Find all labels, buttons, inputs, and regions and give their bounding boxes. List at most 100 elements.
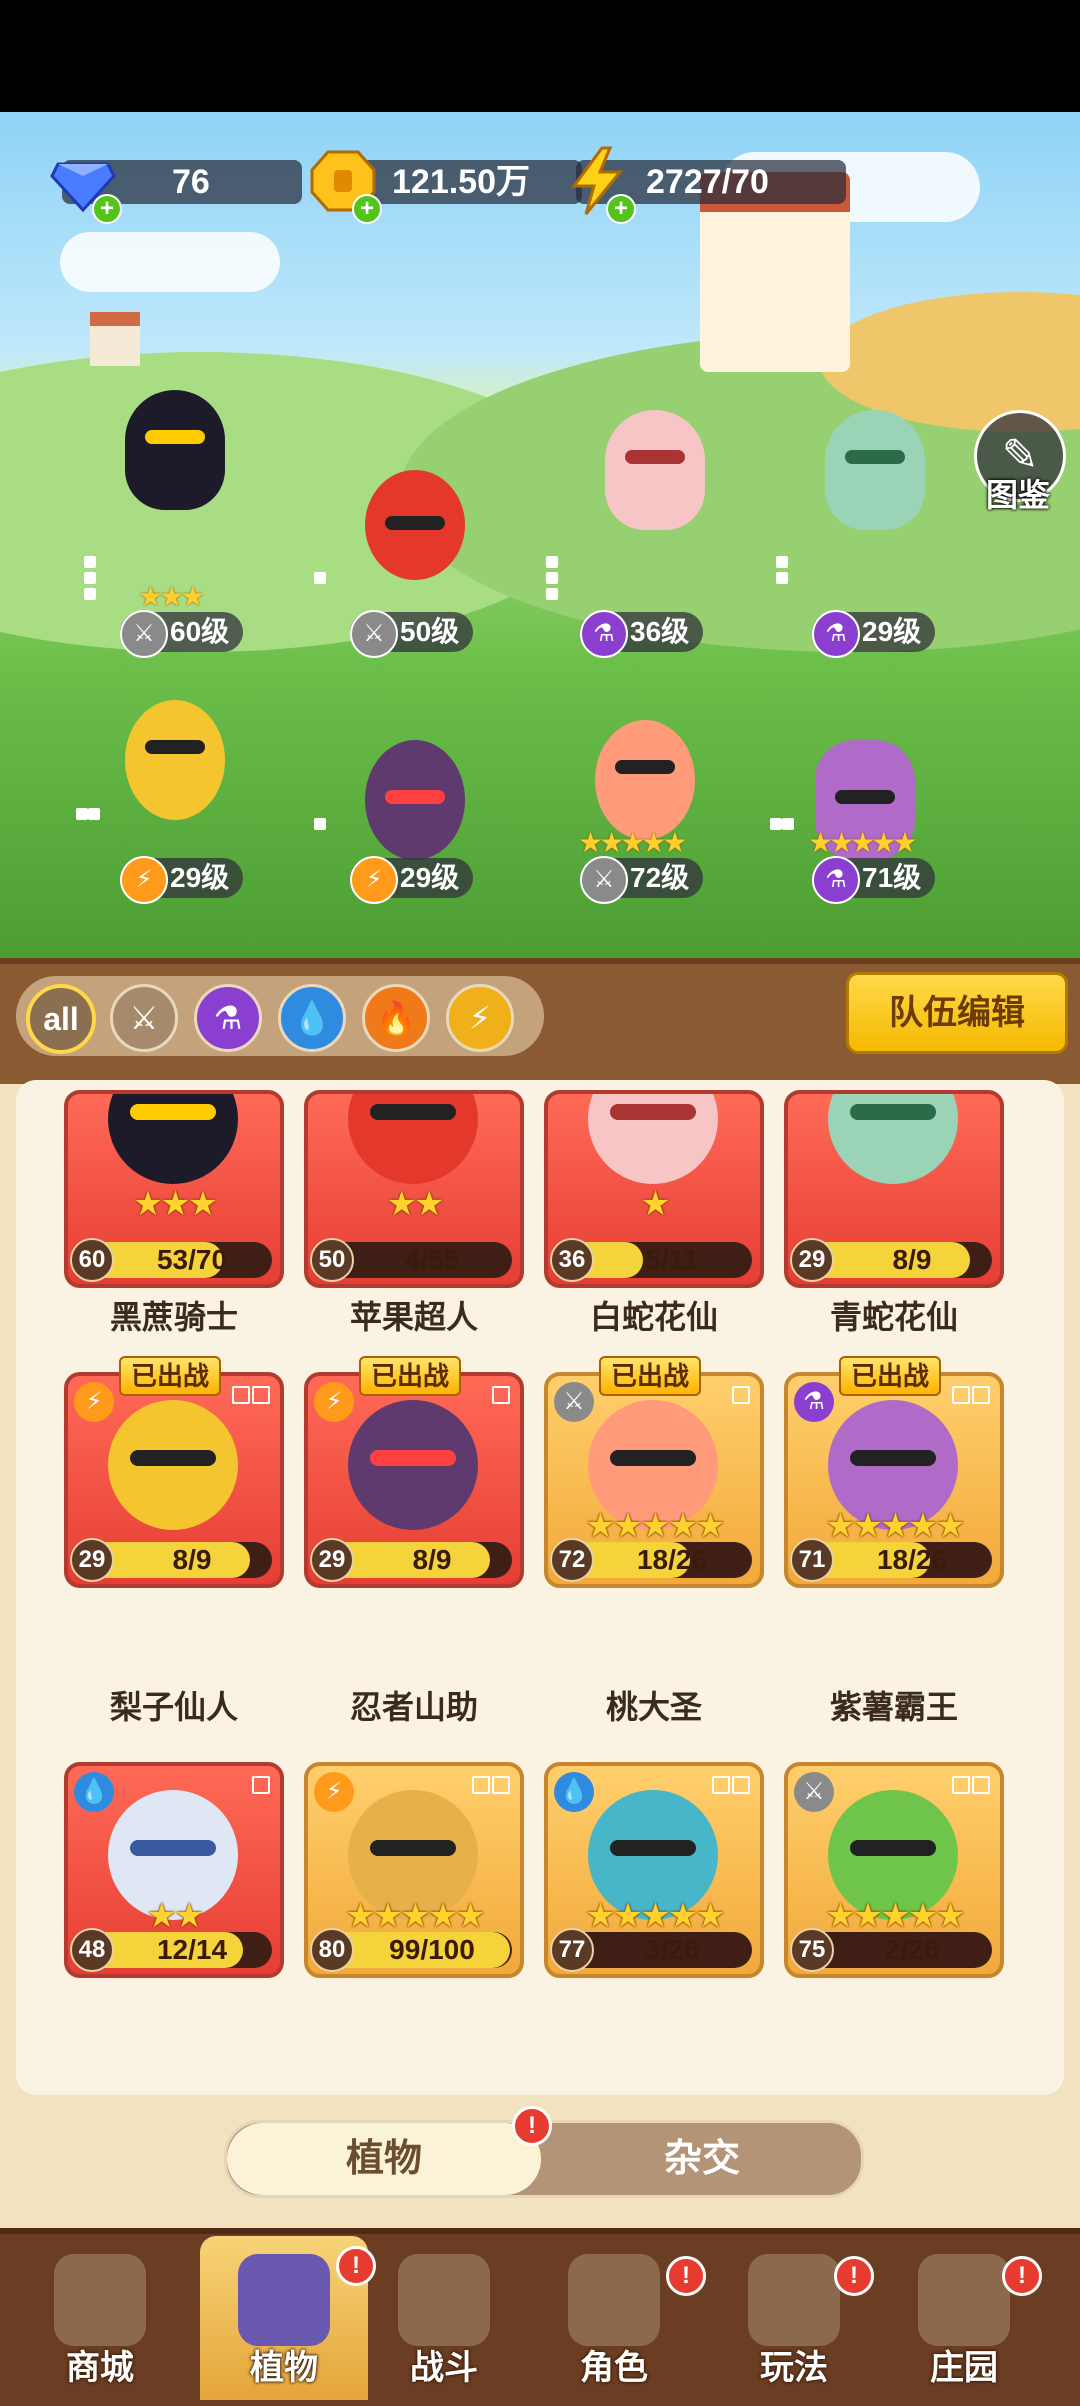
card-name: 白蛇花仙 [589, 1299, 718, 1335]
battle-icon [398, 2254, 490, 2346]
plant-card-6[interactable]: ⚡ 29 8/9 [304, 1372, 524, 1588]
progress-bar: 50 4/55 [310, 1238, 512, 1282]
team-level-1: ⚔ 60级 [120, 610, 244, 658]
atlas-label: 图鉴 [985, 477, 1050, 513]
character-eyes [625, 450, 685, 464]
progress-bar: 72 18/26 [550, 1538, 752, 1582]
character-icon [568, 2254, 660, 2346]
progress-bar: 29 8/9 [70, 1538, 272, 1582]
sword-icon: ⚔ [120, 610, 168, 658]
star-rating: ★ [640, 1185, 670, 1223]
deployed-badge: 已出战 [598, 1356, 702, 1396]
filter-all[interactable]: all [26, 984, 96, 1054]
plant-card-7[interactable]: ⚔ ★★★★★ 72 18/26 [544, 1372, 764, 1588]
tab-plants[interactable]: 植物 [227, 2123, 541, 2195]
team-member-3[interactable] [580, 380, 730, 560]
level-badge: 29 [790, 1238, 834, 1282]
add-gold-icon[interactable]: + [352, 194, 382, 224]
progress-bar: 29 8/9 [790, 1238, 992, 1282]
potion-icon: ⚗ [580, 610, 628, 658]
lightning-icon: ⚡ [350, 856, 398, 904]
cloud [60, 232, 280, 292]
level-badge: 80 [310, 1928, 354, 1972]
slot-indicator [490, 1386, 510, 1409]
progress-bar: 29 8/9 [310, 1538, 512, 1582]
team-level-2: ⚔ 50级 [350, 610, 474, 658]
filter-water-icon[interactable]: 💧 [278, 984, 346, 1052]
team-member-1[interactable] [100, 360, 250, 540]
alert-badge: ! [834, 2256, 874, 2296]
plant-card-1[interactable]: ★★★ 60 53/70 [64, 1090, 284, 1288]
character-sprite [595, 720, 695, 840]
shard-count: 5/11 [645, 1244, 699, 1275]
card-portrait [348, 1094, 478, 1184]
team-member-6[interactable] [340, 700, 490, 880]
add-energy-icon[interactable]: + [606, 194, 636, 224]
slot-indicator [546, 556, 560, 604]
progress-bar: 80 99/100 [310, 1928, 512, 1972]
level-badge: 29 [70, 1538, 114, 1582]
filter-fire-icon[interactable]: 🔥 [362, 984, 430, 1052]
deployed-badge: 已出战 [118, 1356, 222, 1396]
team-edit-button[interactable]: 队伍编辑 [846, 972, 1068, 1054]
filter-lightning-icon[interactable]: ⚡ [446, 984, 514, 1052]
shard-count: 8/9 [892, 1244, 932, 1275]
potion-icon: ⚗ [812, 610, 860, 658]
plant-card-4[interactable]: 29 8/9 [784, 1090, 1004, 1288]
plant-card-2[interactable]: ★★ 50 4/55 [304, 1090, 524, 1288]
team-level-5: ⚡ 29级 [120, 856, 244, 904]
team-member-5[interactable] [100, 670, 250, 850]
plant-card-9[interactable]: 💧 ★★ 48 12/14 [64, 1762, 284, 1978]
shard-count: 2/26 [884, 1934, 940, 1965]
deployed-badge: 已出战 [358, 1356, 462, 1396]
plant-card-11[interactable]: 💧 ★★★★★ 77 3/26 [544, 1762, 764, 1978]
atlas-button[interactable]: ✎ 图鉴 [968, 410, 1068, 520]
energy-counter[interactable]: + 2727/70 [571, 146, 846, 224]
gold-counter[interactable]: + 121.50万 [310, 150, 582, 224]
shard-count: 8/9 [412, 1544, 452, 1575]
shard-count: 99/100 [389, 1934, 475, 1965]
slot-indicator [776, 556, 790, 588]
team-level-3: ⚗ 36级 [580, 610, 704, 658]
lightning-icon: ⚡ [314, 1382, 354, 1422]
slot-indicator [470, 1776, 510, 1799]
shard-count: 3/26 [644, 1934, 700, 1965]
card-portrait [348, 1400, 478, 1530]
card-name: 苹果超人 [349, 1299, 478, 1335]
progress-bar: 60 53/70 [70, 1238, 272, 1282]
plant-card-3[interactable]: ★ 36 5/11 [544, 1090, 764, 1288]
alert-badge: ! [1002, 2256, 1042, 2296]
card-name: 紫薯霸王 [829, 1689, 958, 1725]
shard-count: 18/26 [876, 1544, 948, 1575]
tab-crossbreed[interactable]: 杂交 [543, 2123, 861, 2195]
team-member-4[interactable] [800, 380, 950, 560]
gem-counter[interactable]: + 76 [50, 160, 302, 224]
plant-card-10[interactable]: ⚡ ★★★★★ 80 99/100 [304, 1762, 524, 1978]
sword-icon: ⚔ [350, 610, 398, 658]
plant-card-12[interactable]: ⚔ ★★★★★ 75 2/26 [784, 1762, 1004, 1978]
character-sprite [125, 700, 225, 820]
add-gem-icon[interactable]: + [92, 194, 122, 224]
card-name: 桃大圣 [605, 1689, 702, 1725]
nav-shop[interactable]: 商城 [16, 2236, 184, 2400]
energy-value: 2727/70 [646, 163, 769, 201]
card-name: 忍者山助 [349, 1689, 478, 1725]
alert-badge: ! [512, 2106, 552, 2146]
character-eyes [385, 516, 445, 530]
progress-bar: 71 18/26 [790, 1538, 992, 1582]
character-eyes [845, 450, 905, 464]
filter-potion-icon[interactable]: ⚗ [194, 984, 262, 1052]
status-bar [0, 0, 1080, 112]
shard-count: 18/26 [636, 1544, 708, 1575]
plant-card-8[interactable]: ⚗ ★★★★★ 71 18/26 [784, 1372, 1004, 1588]
filter-sword-icon[interactable]: ⚔ [110, 984, 178, 1052]
card-name: 青蛇花仙 [829, 1299, 958, 1335]
shard-count: 8/9 [172, 1544, 212, 1575]
progress-bar: 77 3/26 [550, 1928, 752, 1972]
plant-card-5[interactable]: ⚡ 29 8/9 [64, 1372, 284, 1588]
star-rating: ★★★★★ [808, 827, 917, 858]
character-eyes [615, 760, 675, 774]
nav-battle[interactable]: 战斗 [360, 2236, 528, 2400]
team-member-2[interactable] [340, 430, 490, 610]
shard-count: 4/55 [404, 1244, 460, 1275]
